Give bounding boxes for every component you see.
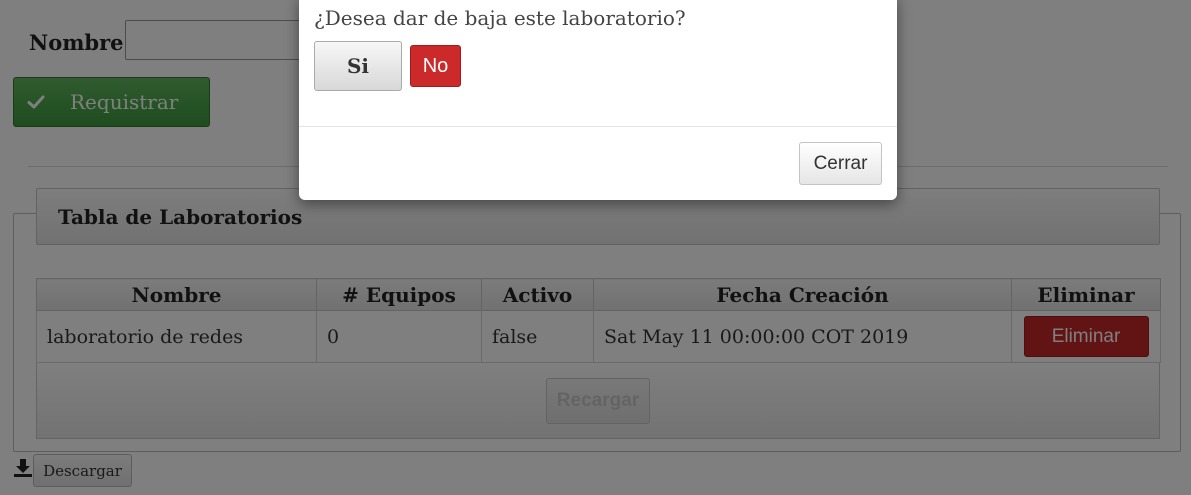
confirm-dialog: ¿Desea dar de baja este laboratorio? Si …: [299, 0, 897, 200]
dialog-divider: [299, 126, 897, 127]
dialog-question: ¿Desea dar de baja este laboratorio?: [314, 6, 686, 30]
page: Nombre: Requistrar Tabla de Laboratorios…: [0, 0, 1191, 495]
no-button[interactable]: No: [410, 45, 461, 87]
close-button[interactable]: Cerrar: [799, 142, 882, 185]
yes-button[interactable]: Si: [314, 41, 402, 91]
